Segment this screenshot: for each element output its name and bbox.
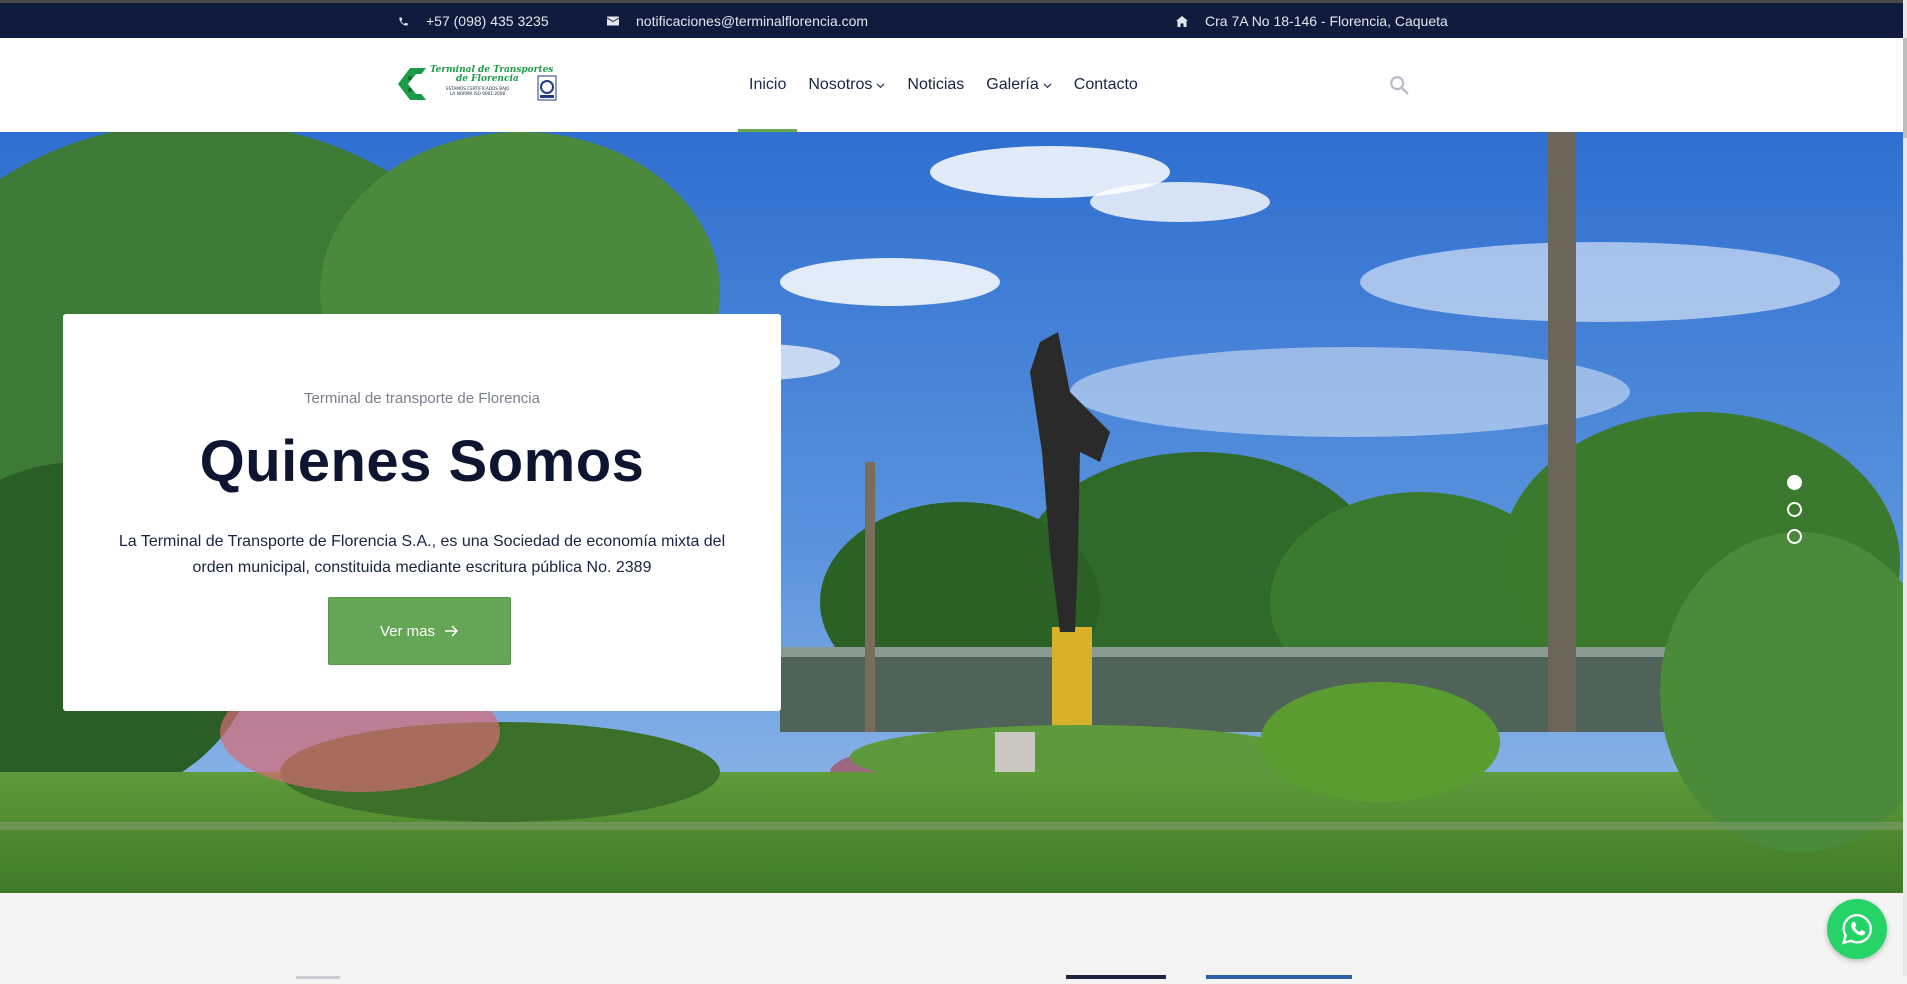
nav-item-galeria[interactable]: Galería <box>975 38 1062 132</box>
envelope-icon <box>606 14 620 28</box>
slider-dot-1[interactable] <box>1787 475 1802 490</box>
slider-dot-2[interactable] <box>1787 502 1802 517</box>
nav-label: Nosotros <box>808 76 873 93</box>
nav-label: Noticias <box>907 76 965 93</box>
hero-title: Quienes Somos <box>199 429 645 494</box>
arrow-right-icon <box>445 625 459 637</box>
chevron-down-icon <box>1043 82 1052 88</box>
logo-line4: LA NORMA ISO 9001:2008 <box>450 91 505 96</box>
topbar-address-text: Cra 7A No 18-146 - Florencia, Caqueta <box>1205 13 1448 29</box>
topbar-email-text: notificaciones@terminalflorencia.com <box>636 13 869 29</box>
topbar-phone[interactable]: +57 (098) 435 3235 <box>396 13 549 29</box>
chevron-down-icon <box>876 82 885 88</box>
nav-label: Contacto <box>1073 76 1138 93</box>
topbar-address: Cra 7A No 18-146 - Florencia, Caqueta <box>1175 13 1448 29</box>
page-scrollbar[interactable] <box>1903 0 1907 976</box>
scrollbar-thumb[interactable] <box>1903 38 1907 138</box>
ver-mas-button[interactable]: Ver mas <box>328 597 511 665</box>
slider-pagination <box>1787 475 1802 544</box>
whatsapp-button[interactable] <box>1827 899 1887 959</box>
hero-eyebrow: Terminal de transporte de Florencia <box>304 390 540 407</box>
logo-line2: de Florencia <box>456 74 519 84</box>
top-contact-bar: +57 (098) 435 3235 notificaciones@termin… <box>0 0 1907 38</box>
ver-mas-label: Ver mas <box>379 622 436 640</box>
search-button[interactable] <box>1388 74 1410 96</box>
phone-icon <box>396 14 410 28</box>
hero-description: La Terminal de Transporte de Florencia S… <box>118 533 726 576</box>
hero-slider: Terminal de transporte de Florencia Quie… <box>0 132 1903 893</box>
main-nav: Inicio Nosotros Noticias Galería Contact… <box>738 38 1149 132</box>
topbar-email[interactable]: notificaciones@terminalflorencia.com <box>606 13 868 29</box>
site-logo[interactable]: Terminal de Transportes de Florencia EST… <box>396 62 558 106</box>
nav-item-inicio[interactable]: Inicio <box>738 38 798 132</box>
slider-dot-3[interactable] <box>1787 529 1802 544</box>
nav-label: Galería <box>986 76 1039 93</box>
next-section-peek <box>0 966 1903 979</box>
whatsapp-icon <box>1841 914 1872 945</box>
topbar-phone-text: +57 (098) 435 3235 <box>426 13 549 29</box>
nav-item-nosotros[interactable]: Nosotros <box>797 38 896 132</box>
search-icon <box>1390 76 1409 95</box>
nav-label: Inicio <box>749 76 787 93</box>
site-header: Terminal de Transportes de Florencia EST… <box>0 38 1907 132</box>
nav-item-contacto[interactable]: Contacto <box>1063 38 1149 132</box>
nav-item-noticias[interactable]: Noticias <box>896 38 975 132</box>
home-icon <box>1175 14 1189 28</box>
hero-card: Terminal de transporte de Florencia Quie… <box>63 314 781 711</box>
